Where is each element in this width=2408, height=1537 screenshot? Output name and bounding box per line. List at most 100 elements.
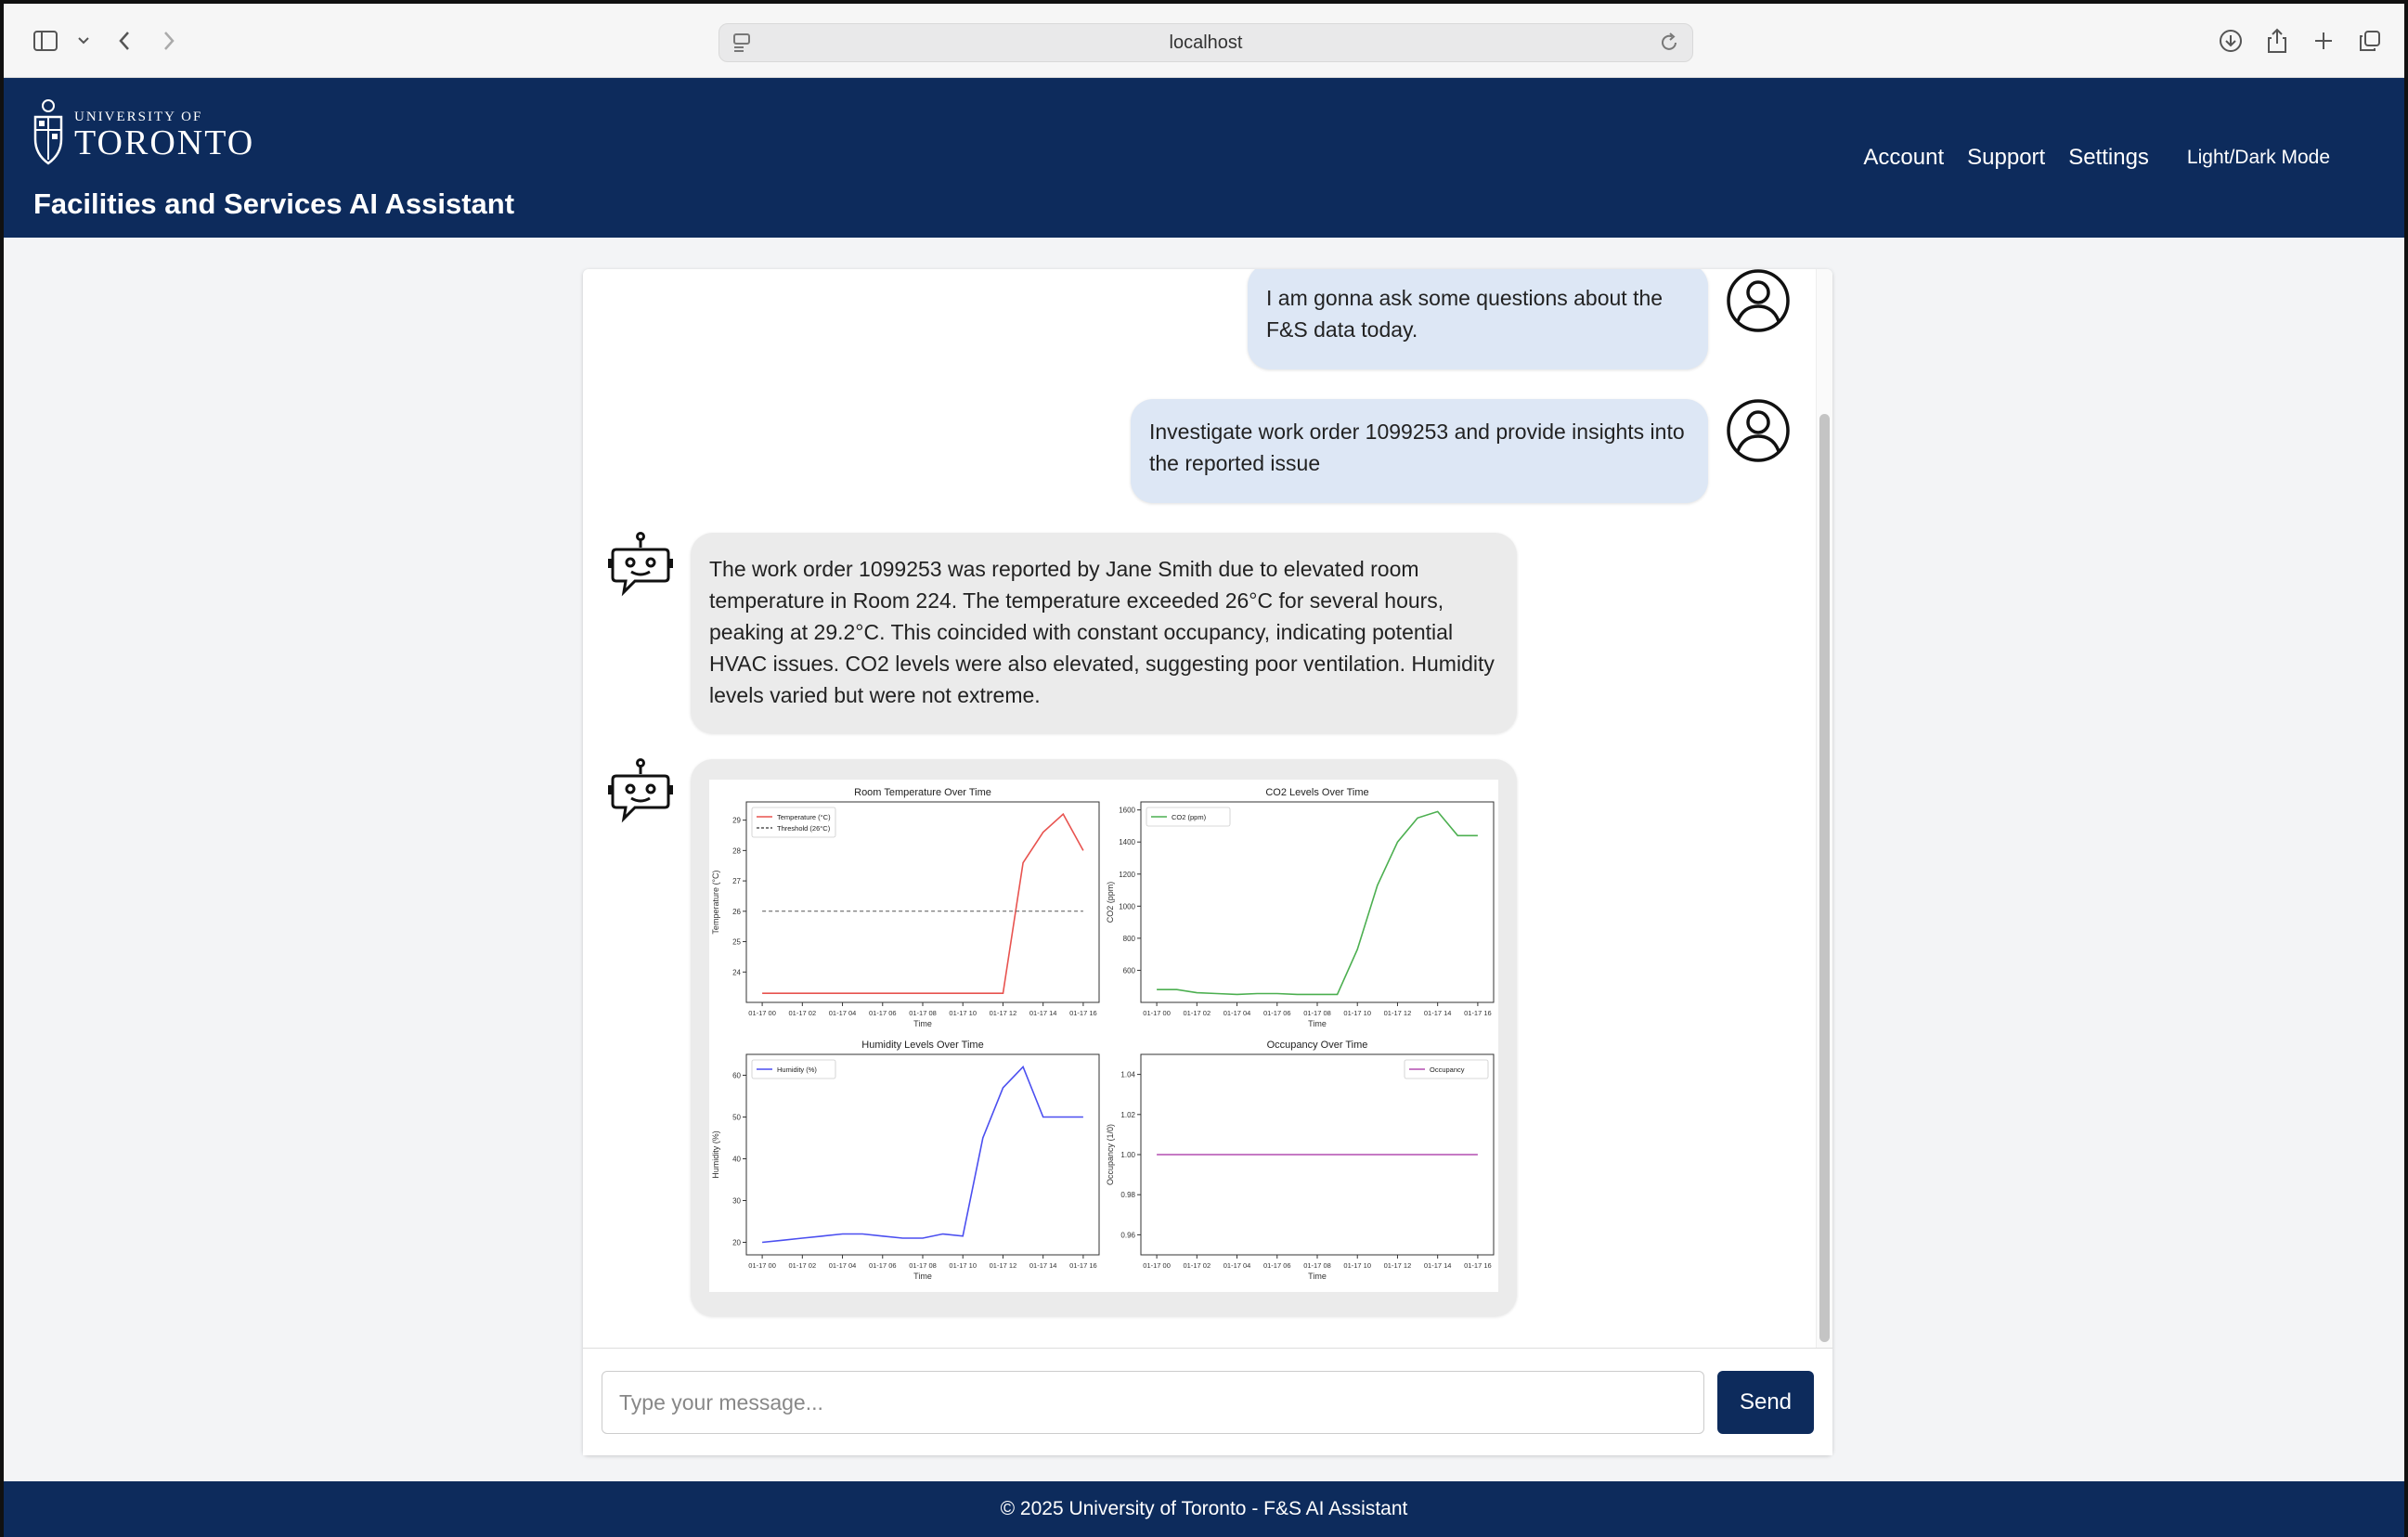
x-tick-label: 01-17 00 xyxy=(1143,1009,1171,1017)
x-tick-label: 01-17 10 xyxy=(949,1261,977,1270)
sensor-charts: Room Temperature Over Time 24 25 26 27 28 29 01… xyxy=(709,780,1498,1292)
x-tick-label: 01-17 04 xyxy=(1223,1261,1251,1270)
page-footer: © 2025 University of Toronto - F&S AI As… xyxy=(4,1481,2404,1537)
chart-plot-area xyxy=(745,1053,1100,1256)
legend-label: CO2 (ppm) xyxy=(1172,813,1207,821)
browser-toolbar: localhost xyxy=(4,4,2404,78)
chat-scrollbar-thumb[interactable] xyxy=(1819,414,1830,1342)
y-tick-label: 50 xyxy=(732,1114,741,1122)
user-message: Investigate work order 1099253 and provi… xyxy=(1131,399,1708,503)
chart-title: CO2 Levels Over Time xyxy=(1265,787,1368,798)
address-bar[interactable]: localhost xyxy=(719,23,1693,62)
x-tick-label: 01-17 14 xyxy=(1029,1009,1057,1017)
x-tick-label: 01-17 14 xyxy=(1029,1261,1057,1270)
send-button[interactable]: Send xyxy=(1717,1371,1814,1434)
chart-title: Room Temperature Over Time xyxy=(854,787,991,798)
share-icon[interactable] xyxy=(2263,24,2291,58)
y-axis-label: Occupancy (1/0) xyxy=(1106,1124,1115,1185)
tab-overview-icon[interactable] xyxy=(2356,24,2384,58)
x-tick-label: 01-17 06 xyxy=(1263,1261,1291,1270)
footer-text: © 2025 University of Toronto - F&S AI As… xyxy=(1000,1498,1408,1519)
nav-settings[interactable]: Settings xyxy=(2068,145,2149,171)
user-message: I am gonna ask some questions about the … xyxy=(1248,269,1708,369)
y-tick-label: 1200 xyxy=(1119,871,1135,879)
message-input[interactable] xyxy=(602,1371,1704,1434)
chart-title: Humidity Levels Over Time xyxy=(861,1040,983,1051)
assistant-message: The work order 1099253 was reported by J… xyxy=(691,533,1517,733)
x-tick-label: 01-17 16 xyxy=(1069,1261,1097,1270)
forward-icon[interactable] xyxy=(158,24,180,58)
x-tick-label: 01-17 02 xyxy=(1184,1261,1211,1270)
y-tick-label: 600 xyxy=(1123,966,1136,975)
x-axis-label: Time xyxy=(1308,1019,1327,1028)
reload-icon[interactable] xyxy=(1659,32,1679,59)
x-tick-label: 01-17 00 xyxy=(748,1261,776,1270)
y-tick-label: 30 xyxy=(732,1197,741,1206)
y-tick-label: 26 xyxy=(732,908,741,916)
nav-account[interactable]: Account xyxy=(1863,145,1944,171)
bot-avatar-icon xyxy=(608,758,673,823)
chat-scrollbar[interactable] xyxy=(1816,269,1832,1350)
legend-label: Temperature (°C) xyxy=(777,813,831,821)
x-tick-label: 01-17 16 xyxy=(1069,1009,1097,1017)
x-axis-label: Time xyxy=(1308,1272,1327,1281)
y-axis-label: Temperature (°C) xyxy=(711,870,720,934)
x-tick-label: 01-17 06 xyxy=(869,1009,897,1017)
x-tick-label: 01-17 14 xyxy=(1424,1009,1452,1017)
x-axis-label: Time xyxy=(913,1272,932,1281)
x-tick-label: 01-17 08 xyxy=(1303,1009,1331,1017)
x-tick-label: 01-17 14 xyxy=(1424,1261,1452,1270)
download-icon[interactable] xyxy=(2217,24,2245,58)
y-tick-label: 1.02 xyxy=(1120,1111,1135,1119)
bot-avatar-icon xyxy=(608,532,673,597)
chart-plot-area xyxy=(1140,801,1495,1003)
x-tick-label: 01-17 10 xyxy=(1343,1261,1371,1270)
back-icon[interactable] xyxy=(113,24,136,58)
assistant-message-text: The work order 1099253 was reported by J… xyxy=(709,557,1495,707)
y-tick-label: 40 xyxy=(732,1156,741,1164)
y-tick-label: 1000 xyxy=(1119,902,1135,911)
app-title: Facilities and Services AI Assistant xyxy=(33,187,515,220)
x-tick-label: 01-17 02 xyxy=(1184,1009,1211,1017)
x-tick-label: 01-17 10 xyxy=(1343,1009,1371,1017)
x-tick-label: 01-17 16 xyxy=(1464,1261,1492,1270)
sidebar-toggle-icon[interactable] xyxy=(32,24,59,58)
address-text: localhost xyxy=(1169,32,1243,53)
x-tick-label: 01-17 00 xyxy=(1143,1261,1171,1270)
x-tick-label: 01-17 12 xyxy=(990,1009,1017,1017)
user-avatar-icon xyxy=(1727,399,1790,462)
app-header: UNIVERSITY OF TORONTO Facilities and Ser… xyxy=(4,78,2404,238)
user-message-text: I am gonna ask some questions about the … xyxy=(1266,286,1664,342)
university-logo[interactable]: UNIVERSITY OF TORONTO xyxy=(32,98,254,169)
x-axis-label: Time xyxy=(913,1019,932,1028)
y-tick-label: 1.04 xyxy=(1120,1071,1135,1079)
x-tick-label: 01-17 02 xyxy=(789,1261,817,1270)
legend-label: Occupancy xyxy=(1430,1066,1465,1074)
y-tick-label: 800 xyxy=(1123,935,1136,943)
y-tick-label: 1.00 xyxy=(1120,1151,1135,1159)
nav-theme-toggle[interactable]: Light/Dark Mode xyxy=(2187,147,2330,171)
y-tick-label: 29 xyxy=(732,817,741,825)
y-tick-label: 60 xyxy=(732,1072,741,1080)
nav-support[interactable]: Support xyxy=(1967,145,2045,171)
y-tick-label: 1400 xyxy=(1119,838,1135,846)
x-tick-label: 01-17 12 xyxy=(990,1261,1017,1270)
x-tick-label: 01-17 00 xyxy=(748,1009,776,1017)
y-tick-label: 27 xyxy=(732,877,741,885)
x-tick-label: 01-17 08 xyxy=(909,1261,937,1270)
legend-box xyxy=(751,807,836,838)
new-tab-icon[interactable] xyxy=(2310,24,2337,58)
x-tick-label: 01-17 10 xyxy=(949,1009,977,1017)
y-axis-label: CO2 (ppm) xyxy=(1106,882,1115,923)
user-avatar-icon xyxy=(1727,269,1790,332)
y-axis-label: Humidity (%) xyxy=(711,1130,720,1179)
chevron-down-icon[interactable] xyxy=(74,24,93,58)
message-composer: Send xyxy=(583,1348,1832,1455)
y-tick-label: 24 xyxy=(732,968,741,976)
y-tick-label: 0.98 xyxy=(1120,1191,1135,1199)
x-tick-label: 01-17 06 xyxy=(1263,1009,1291,1017)
page-menu-icon[interactable] xyxy=(732,32,751,58)
x-tick-label: 01-17 02 xyxy=(789,1009,817,1017)
y-tick-label: 20 xyxy=(732,1239,741,1247)
y-tick-label: 25 xyxy=(732,938,741,947)
